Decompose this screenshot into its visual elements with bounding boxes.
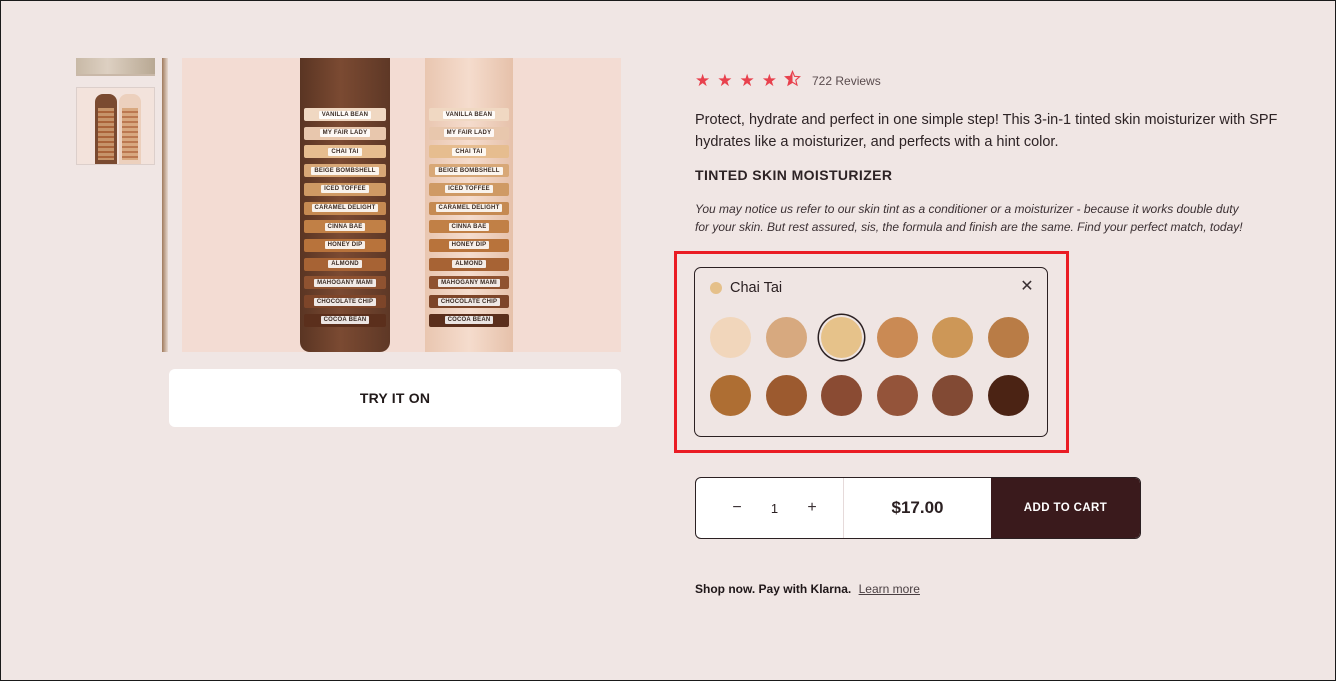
rating-stars[interactable]: ★ ★ ★ ★ 722 Reviews — [695, 69, 881, 91]
shade-swatch[interactable] — [987, 317, 1029, 358]
shade-swatch[interactable] — [876, 375, 918, 416]
arm-shade-label: CARAMEL DELIGHT — [304, 201, 386, 215]
try-it-on-button[interactable]: TRY IT ON — [169, 369, 621, 427]
thumbnail-arm-dark — [95, 94, 117, 164]
arm-shade-label: CHAI TAI — [304, 145, 386, 159]
arm-shade-label: ALMOND — [429, 257, 509, 271]
arm-shade-label: CINNA BAE — [304, 220, 386, 234]
star-full-icon: ★ — [717, 70, 733, 90]
add-to-cart-bar: − 1 + $17.00 ADD TO CART — [695, 477, 1141, 539]
product-note: You may notice us refer to our skin tint… — [695, 202, 1243, 234]
arm-shade-label: ICED TOFFEE — [304, 182, 386, 196]
star-full-icon: ★ — [739, 70, 755, 90]
star-half-icon — [784, 69, 801, 91]
shade-picker: Chai Tai ✕ — [694, 267, 1048, 437]
arm-shade-label: VANILLA BEAN — [304, 108, 386, 121]
arm-shade-label: BEIGE BOMBSHELL — [429, 164, 509, 178]
shade-swatch[interactable] — [710, 317, 751, 358]
quantity-value[interactable]: 1 — [771, 501, 778, 516]
arm-shade-label: VANILLA BEAN — [429, 108, 509, 121]
arm-shade-label: MAHOGANY MAMI — [304, 276, 386, 290]
selected-shade: Chai Tai — [710, 280, 782, 296]
add-to-cart-button[interactable]: ADD TO CART — [991, 478, 1140, 538]
product-main-image[interactable]: VANILLA BEAN MY FAIR LADY CHAI TAI BEIGE BO… — [182, 58, 621, 352]
arm-shade-label: CARAMEL DELIGHT — [429, 201, 509, 215]
arm-shade-label: BEIGE BOMBSHELL — [304, 164, 386, 178]
arm-shade-label: CHOCOLATE CHIP — [429, 295, 509, 308]
arm-shade-label: CHAI TAI — [429, 145, 509, 159]
product-price: $17.00 — [891, 498, 944, 517]
arm-shade-label: CHOCOLATE CHIP — [304, 295, 386, 308]
thumbnail-arm-light — [119, 94, 141, 164]
arm-shade-label: HONEY DIP — [429, 238, 509, 252]
star-full-icon: ★ — [761, 70, 777, 90]
shade-swatch[interactable] — [932, 375, 974, 416]
reviews-count-link[interactable]: 722 Reviews — [812, 74, 881, 88]
shade-swatch-grid — [710, 317, 1029, 416]
product-description: Protect, hydrate and perfect in one simp… — [695, 112, 1278, 150]
klarna-text: Shop now. Pay with Klarna. — [695, 582, 852, 596]
arm-shade-label: ALMOND — [304, 257, 386, 271]
decrease-quantity-button[interactable]: − — [730, 499, 744, 517]
shade-swatch[interactable] — [765, 317, 807, 358]
shade-swatch[interactable] — [821, 317, 863, 358]
klarna-learn-more-link[interactable]: Learn more — [859, 582, 920, 596]
shade-swatch[interactable] — [932, 317, 974, 358]
shade-swatch[interactable] — [876, 317, 918, 358]
klarna-message: Shop now. Pay with Klarna. Learn more — [695, 582, 920, 596]
selected-shade-name: Chai Tai — [730, 280, 783, 296]
gallery-image-edge — [162, 58, 168, 352]
selected-shade-dot — [710, 282, 722, 294]
arm-shade-label: HONEY DIP — [304, 238, 386, 252]
quantity-stepper: − 1 + — [696, 478, 844, 538]
increase-quantity-button[interactable]: + — [805, 499, 819, 517]
arm-shade-label: ICED TOFFEE — [429, 182, 509, 196]
shade-swatch[interactable] — [821, 375, 863, 416]
shade-swatch[interactable] — [987, 375, 1029, 416]
star-full-icon: ★ — [695, 70, 711, 90]
gallery-thumbnail-2[interactable] — [76, 87, 155, 165]
shade-swatch[interactable] — [710, 375, 751, 416]
close-icon[interactable]: ✕ — [1019, 279, 1035, 295]
arm-shade-label: MY FAIR LADY — [304, 126, 386, 140]
arm-shade-label: COCOA BEAN — [429, 313, 509, 327]
arm-shade-label: MY FAIR LADY — [429, 126, 509, 140]
arm-shade-label: COCOA BEAN — [304, 313, 386, 327]
gallery-thumbnail-1[interactable] — [76, 58, 155, 76]
product-subheading: TINTED SKIN MOISTURIZER — [695, 167, 893, 183]
shade-swatch[interactable] — [765, 375, 807, 416]
arm-shade-label: CINNA BAE — [429, 220, 509, 234]
arm-shade-label: MAHOGANY MAMI — [429, 276, 509, 290]
